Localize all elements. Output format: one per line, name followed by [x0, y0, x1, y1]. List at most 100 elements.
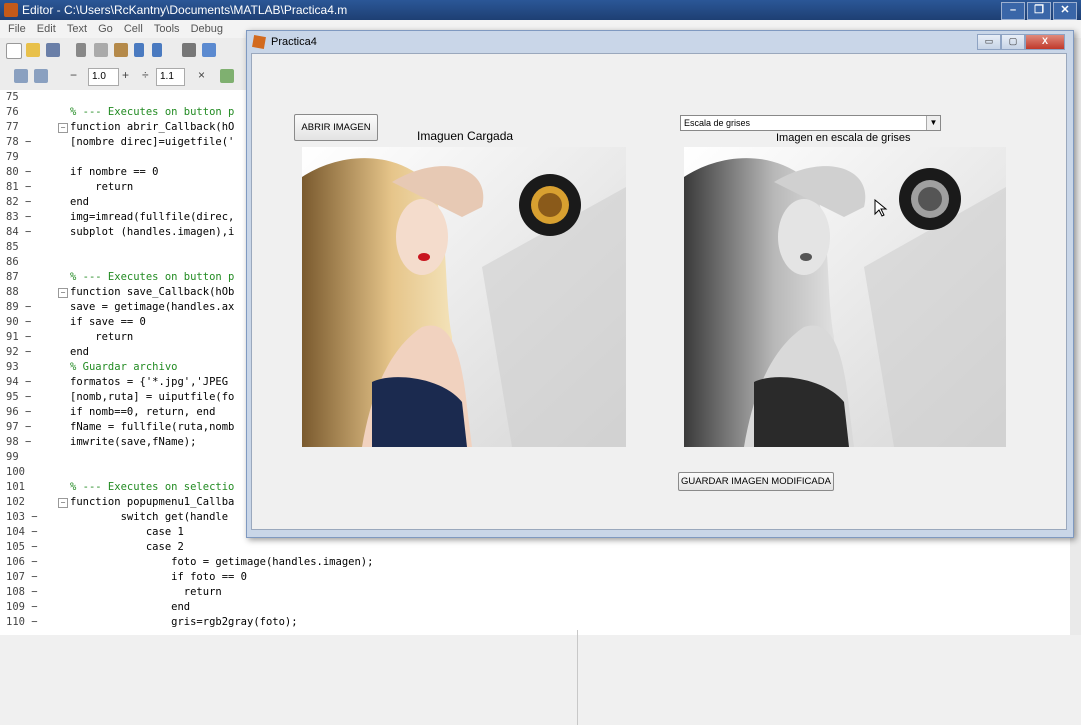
line-number: 95 −	[6, 391, 32, 403]
save-modified-image-button[interactable]: GUARDAR IMAGEN MODIFICADA	[678, 472, 834, 491]
open-folder-icon[interactable]	[26, 43, 40, 57]
save-icon[interactable]	[46, 43, 60, 57]
line-number: 88	[6, 286, 19, 298]
fold-toggle-icon[interactable]: −	[58, 123, 68, 133]
filter-select-value: Escala de grises	[684, 118, 751, 128]
multiply-icon[interactable]: ×	[198, 68, 205, 82]
fold-toggle-icon[interactable]: −	[58, 498, 68, 508]
code-text: if foto == 0	[70, 571, 248, 583]
figure-close-button[interactable]: X	[1025, 34, 1065, 50]
code-text: formatos = {'*.jpg','JPEG	[70, 376, 229, 388]
minimize-button[interactable]: –	[1001, 2, 1025, 20]
code-text: fName = fullfile(ruta,nomb	[70, 421, 235, 433]
undo-icon[interactable]	[134, 43, 144, 57]
line-number: 77	[6, 121, 19, 133]
copy-icon[interactable]	[94, 43, 108, 57]
line-number: 87	[6, 271, 19, 283]
eval-cell-icon[interactable]	[34, 69, 48, 83]
redo-icon[interactable]	[152, 43, 162, 57]
line-number: 82 −	[6, 196, 32, 208]
menu-text[interactable]: Text	[67, 23, 87, 35]
menu-go[interactable]: Go	[98, 23, 113, 35]
code-text: % --- Executes on selectio	[70, 481, 235, 493]
code-text: case 1	[70, 526, 184, 538]
code-text: imwrite(save,fName);	[70, 436, 197, 448]
decrement-icon[interactable]: −	[70, 68, 77, 82]
line-number: 79	[6, 151, 19, 163]
code-text: foto = getimage(handles.imagen);	[70, 556, 374, 568]
loaded-image-label: Imaguen Cargada	[417, 129, 514, 143]
matlab-figure-icon	[252, 35, 266, 49]
code-text: save = getimage(handles.ax	[70, 301, 235, 313]
line-number: 108 −	[6, 586, 38, 598]
code-text: % --- Executes on button p	[70, 106, 235, 118]
line-number: 98 −	[6, 436, 32, 448]
line-number: 80 −	[6, 166, 32, 178]
paste-icon[interactable]	[114, 43, 128, 57]
mouse-cursor-icon	[874, 199, 888, 217]
line-number: 109 −	[6, 601, 38, 613]
figure-title: Practica4	[271, 36, 317, 48]
line-number: 99	[6, 451, 19, 463]
menu-tools[interactable]: Tools	[154, 23, 180, 35]
figure-titlebar: Practica4 ▭ ▢ X	[247, 31, 1073, 53]
line-number: 100	[6, 466, 25, 478]
grayscale-image-label: Imagen en escala de grises	[776, 132, 911, 144]
menu-edit[interactable]: Edit	[37, 23, 56, 35]
code-text: [nomb,ruta] = uiputfile(fo	[70, 391, 235, 403]
close-button[interactable]: ✕	[1053, 2, 1077, 20]
leones-negros-logo	[519, 174, 581, 236]
code-text: function popupmenu1_Callba	[70, 496, 235, 508]
line-number: 92 −	[6, 346, 32, 358]
line-number: 106 −	[6, 556, 38, 568]
line-number: 93	[6, 361, 19, 373]
menu-debug[interactable]: Debug	[191, 23, 223, 35]
increment-icon[interactable]: +	[122, 68, 129, 82]
code-text: function abrir_Callback(hO	[70, 121, 235, 133]
figure-maximize-button[interactable]: ▢	[1001, 34, 1025, 50]
find-icon[interactable]	[202, 43, 216, 57]
line-number: 91 −	[6, 331, 32, 343]
matlab-icon	[4, 3, 18, 17]
new-file-icon[interactable]	[6, 43, 22, 59]
show-functions-icon[interactable]	[220, 69, 234, 83]
code-text: img=imread(fullfile(direc,	[70, 211, 235, 223]
leones-negros-logo-gray	[899, 168, 961, 230]
line-number: 103 −	[6, 511, 38, 523]
filter-select[interactable]: Escala de grises ▼	[680, 115, 941, 131]
maximize-button[interactable]: ❐	[1027, 2, 1051, 20]
figure-canvas: ABRIR IMAGEN Imaguen Cargada Escala de g…	[251, 53, 1067, 530]
line-number: 86	[6, 256, 19, 268]
code-text: end	[70, 601, 191, 613]
cut-icon[interactable]	[76, 43, 86, 57]
code-text: if save == 0	[70, 316, 146, 328]
line-number: 101	[6, 481, 25, 493]
code-text: end	[70, 346, 89, 358]
divide-icon[interactable]: ÷	[142, 68, 149, 82]
cell-mode-icon[interactable]	[14, 69, 28, 83]
code-text: return	[70, 331, 134, 343]
grayscale-image-axes[interactable]	[684, 147, 1006, 447]
figure-minimize-button[interactable]: ▭	[977, 34, 1001, 50]
increment-value-field[interactable]: 1.0	[88, 68, 119, 86]
menu-cell[interactable]: Cell	[124, 23, 143, 35]
print-icon[interactable]	[182, 43, 196, 57]
code-text: gris=rgb2gray(foto);	[70, 616, 298, 628]
line-number: 104 −	[6, 526, 38, 538]
line-number: 102	[6, 496, 25, 508]
chevron-down-icon[interactable]: ▼	[926, 116, 940, 130]
code-text: return	[70, 181, 134, 193]
figure-window: Practica4 ▭ ▢ X ABRIR IMAGEN Imaguen Car…	[246, 30, 1074, 538]
fold-toggle-icon[interactable]: −	[58, 288, 68, 298]
line-number: 85	[6, 241, 19, 253]
code-text: % Guardar archivo	[70, 361, 178, 373]
original-image-axes[interactable]	[302, 147, 626, 447]
divide-value-field[interactable]: 1.1	[156, 68, 185, 86]
line-number: 81 −	[6, 181, 32, 193]
code-text: return	[70, 586, 222, 598]
menu-file[interactable]: File	[8, 23, 26, 35]
line-number: 94 −	[6, 376, 32, 388]
open-image-button[interactable]: ABRIR IMAGEN	[294, 114, 378, 141]
code-text: % --- Executes on button p	[70, 271, 235, 283]
line-number: 84 −	[6, 226, 32, 238]
